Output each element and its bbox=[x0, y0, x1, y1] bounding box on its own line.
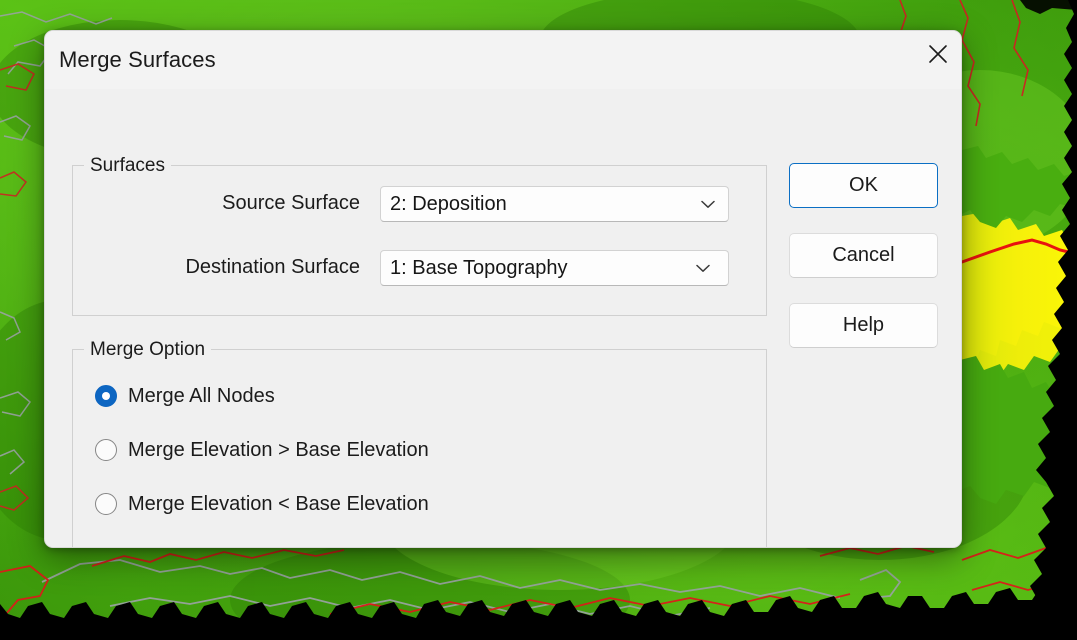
radio-merge-elevation-less[interactable]: Merge Elevation < Base Elevation bbox=[95, 490, 429, 518]
source-surface-dropdown[interactable]: 2: Deposition bbox=[380, 186, 729, 222]
ok-button[interactable]: OK bbox=[789, 163, 938, 208]
chevron-down-icon bbox=[694, 187, 722, 221]
help-button[interactable]: Help bbox=[789, 303, 938, 348]
cancel-button[interactable]: Cancel bbox=[789, 233, 938, 278]
dialog-titlebar: Merge Surfaces bbox=[45, 31, 961, 89]
destination-surface-dropdown[interactable]: 1: Base Topography bbox=[380, 250, 729, 286]
merge-surfaces-dialog: Merge Surfaces Surfaces Source Surface 2… bbox=[44, 30, 962, 548]
radio-unselected-icon bbox=[95, 493, 117, 515]
radio-selected-icon bbox=[95, 385, 117, 407]
destination-surface-value: 1: Base Topography bbox=[390, 257, 568, 279]
application-window: Merge Surfaces Surfaces Source Surface 2… bbox=[0, 0, 1077, 640]
dialog-body: Surfaces Source Surface 2: Deposition De… bbox=[45, 89, 961, 547]
chevron-down-icon bbox=[689, 251, 717, 285]
radio-merge-all-nodes[interactable]: Merge All Nodes bbox=[95, 382, 275, 410]
destination-surface-label: Destination Surface bbox=[185, 256, 360, 278]
close-icon[interactable] bbox=[915, 31, 961, 77]
surfaces-group-label: Surfaces bbox=[84, 153, 171, 179]
merge-option-group-label: Merge Option bbox=[84, 337, 212, 363]
dialog-title: Merge Surfaces bbox=[59, 47, 216, 72]
radio-label: Merge Elevation < Base Elevation bbox=[128, 493, 429, 515]
radio-unselected-icon bbox=[95, 439, 117, 461]
source-surface-label: Source Surface bbox=[222, 192, 360, 214]
radio-label: Merge Elevation > Base Elevation bbox=[128, 439, 429, 461]
radio-merge-elevation-greater[interactable]: Merge Elevation > Base Elevation bbox=[95, 436, 429, 464]
source-surface-value: 2: Deposition bbox=[390, 193, 507, 215]
radio-label: Merge All Nodes bbox=[128, 385, 275, 407]
